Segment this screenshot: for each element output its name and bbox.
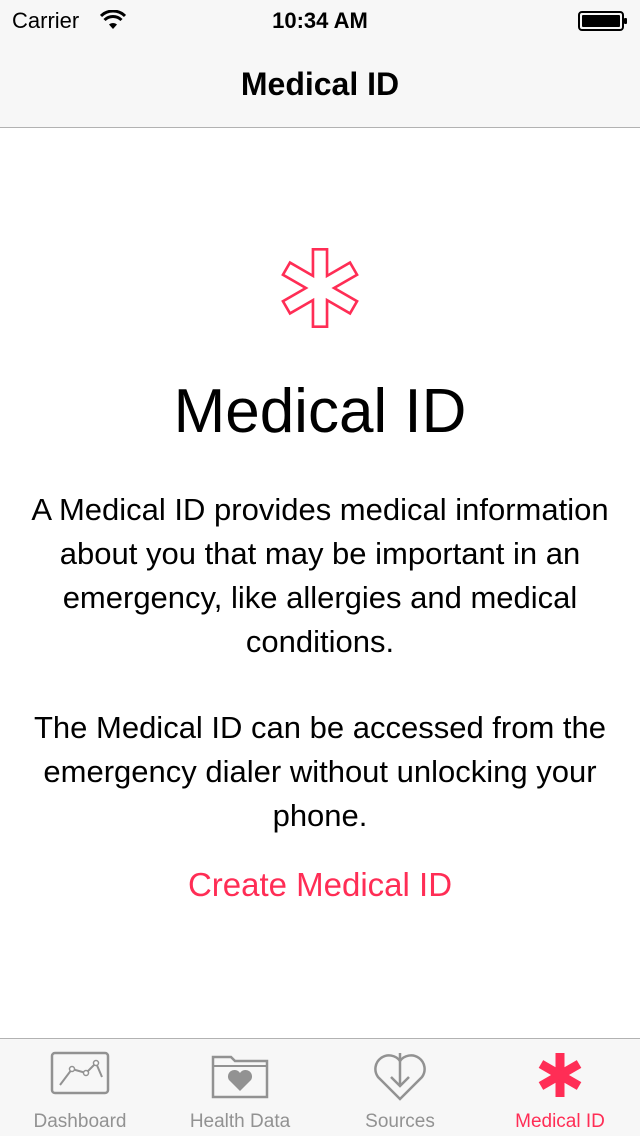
tab-label-health-data: Health Data: [189, 1111, 291, 1132]
battery-icon: [578, 11, 627, 31]
medical-id-screen: Carrier 10:34 AM Medical ID Medical ID A…: [0, 0, 640, 1136]
tab-label-dashboard: Dashboard: [33, 1111, 127, 1132]
page-title: Medical ID: [173, 377, 467, 446]
tab-bar: Dashboard Health Data Sources Medical ID: [0, 1038, 640, 1136]
navigation-bar: Medical ID: [0, 40, 640, 128]
status-bar: Carrier 10:34 AM: [0, 0, 640, 40]
health-data-folder-icon: [211, 1055, 269, 1099]
tab-medical-id[interactable]: Medical ID: [480, 1039, 640, 1136]
status-time: 10:34 AM: [272, 8, 368, 33]
dashboard-chart-icon: [50, 1051, 110, 1095]
tab-sources[interactable]: Sources: [320, 1039, 480, 1136]
tab-label-medical-id: Medical ID: [515, 1111, 605, 1132]
medical-star-icon: [538, 1053, 582, 1097]
tab-label-sources: Sources: [365, 1111, 435, 1132]
nav-title: Medical ID: [240, 66, 400, 102]
create-medical-id-button[interactable]: Create Medical ID: [0, 866, 640, 904]
sources-heart-download-icon: [374, 1053, 426, 1101]
description-paragraph: A Medical ID provides medical informatio…: [31, 492, 609, 659]
tab-health-data[interactable]: Health Data: [160, 1039, 320, 1136]
access-info-paragraph: The Medical ID can be accessed from the …: [33, 710, 607, 833]
medical-star-icon: [281, 247, 359, 329]
tab-dashboard[interactable]: Dashboard: [0, 1039, 160, 1136]
